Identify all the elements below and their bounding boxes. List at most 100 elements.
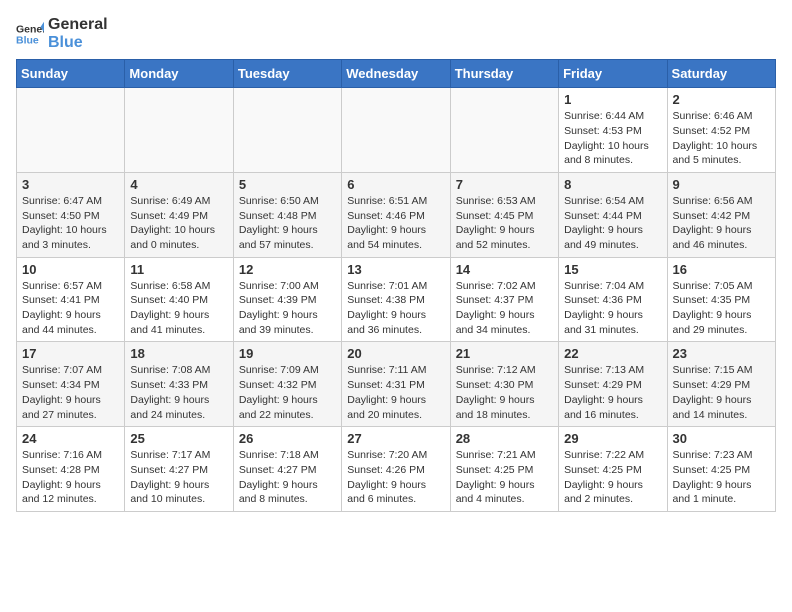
day-number: 2 — [673, 92, 770, 107]
day-info: Sunrise: 7:05 AM Sunset: 4:35 PM Dayligh… — [673, 279, 770, 338]
day-cell: 3Sunrise: 6:47 AM Sunset: 4:50 PM Daylig… — [17, 172, 125, 257]
weekday-header-friday: Friday — [559, 60, 667, 88]
day-info: Sunrise: 7:02 AM Sunset: 4:37 PM Dayligh… — [456, 279, 553, 338]
day-cell: 29 Sunrise: 7:22 AM Sunset: 4:25 PM Dayli… — [559, 427, 667, 512]
day-cell: 15 Sunrise: 7:04 AM Sunset: 4:36 PM Dayli… — [559, 257, 667, 342]
day-number: 30 — [673, 431, 770, 446]
day-info: Sunrise: 7:13 AM Sunset: 4:29 PM Dayligh… — [564, 363, 661, 422]
day-info: Sunrise: 6:50 AM Sunset: 4:48 PM Dayligh… — [239, 194, 336, 253]
logo: General Blue General Blue — [16, 16, 108, 51]
day-cell: 12Sunrise: 7:00 AM Sunset: 4:39 PM Dayli… — [233, 257, 341, 342]
day-number: 14 — [456, 262, 553, 277]
logo-icon: General Blue — [16, 20, 44, 48]
day-cell: 17 Sunrise: 7:07 AM Sunset: 4:34 PM Dayli… — [17, 342, 125, 427]
day-info: Sunrise: 6:56 AM Sunset: 4:42 PM Dayligh… — [673, 194, 770, 253]
day-info: Sunrise: 6:54 AM Sunset: 4:44 PM Dayligh… — [564, 194, 661, 253]
day-number: 17 — [22, 346, 119, 361]
day-number: 10 — [22, 262, 119, 277]
day-info: Sunrise: 7:07 AM Sunset: 4:34 PM Dayligh… — [22, 363, 119, 422]
day-info: Sunrise: 7:16 AM Sunset: 4:28 PM Dayligh… — [22, 448, 119, 507]
day-info: Sunrise: 6:57 AM Sunset: 4:41 PM Dayligh… — [22, 279, 119, 338]
day-cell: 20 Sunrise: 7:11 AM Sunset: 4:31 PM Dayli… — [342, 342, 450, 427]
day-cell — [342, 88, 450, 173]
day-cell: 16 Sunrise: 7:05 AM Sunset: 4:35 PM Dayli… — [667, 257, 775, 342]
week-row-3: 10 Sunrise: 6:57 AM Sunset: 4:41 PM Dayli… — [17, 257, 776, 342]
day-cell: 5 Sunrise: 6:50 AM Sunset: 4:48 PM Daylig… — [233, 172, 341, 257]
day-info: Sunrise: 7:22 AM Sunset: 4:25 PM Dayligh… — [564, 448, 661, 507]
calendar-table: SundayMondayTuesdayWednesdayThursdayFrid… — [16, 59, 776, 512]
day-cell: 23 Sunrise: 7:15 AM Sunset: 4:29 PM Dayli… — [667, 342, 775, 427]
day-number: 1 — [564, 92, 661, 107]
day-info: Sunrise: 6:51 AM Sunset: 4:46 PM Dayligh… — [347, 194, 444, 253]
day-info: Sunrise: 7:09 AM Sunset: 4:32 PM Dayligh… — [239, 363, 336, 422]
day-number: 13 — [347, 262, 444, 277]
day-cell — [450, 88, 558, 173]
day-cell — [17, 88, 125, 173]
weekday-header-monday: Monday — [125, 60, 233, 88]
weekday-header-thursday: Thursday — [450, 60, 558, 88]
day-cell: 24 Sunrise: 7:16 AM Sunset: 4:28 PM Dayli… — [17, 427, 125, 512]
week-row-2: 3Sunrise: 6:47 AM Sunset: 4:50 PM Daylig… — [17, 172, 776, 257]
day-number: 29 — [564, 431, 661, 446]
day-cell: 1 Sunrise: 6:44 AM Sunset: 4:53 PM Daylig… — [559, 88, 667, 173]
day-info: Sunrise: 7:15 AM Sunset: 4:29 PM Dayligh… — [673, 363, 770, 422]
weekday-header-row: SundayMondayTuesdayWednesdayThursdayFrid… — [17, 60, 776, 88]
day-info: Sunrise: 7:18 AM Sunset: 4:27 PM Dayligh… — [239, 448, 336, 507]
day-cell: 19 Sunrise: 7:09 AM Sunset: 4:32 PM Dayli… — [233, 342, 341, 427]
day-number: 11 — [130, 262, 227, 277]
day-number: 9 — [673, 177, 770, 192]
day-cell: 8 Sunrise: 6:54 AM Sunset: 4:44 PM Daylig… — [559, 172, 667, 257]
day-number: 8 — [564, 177, 661, 192]
day-number: 20 — [347, 346, 444, 361]
day-info: Sunrise: 7:23 AM Sunset: 4:25 PM Dayligh… — [673, 448, 770, 507]
page-header: General Blue General Blue — [16, 16, 776, 51]
day-info: Sunrise: 6:47 AM Sunset: 4:50 PM Dayligh… — [22, 194, 119, 253]
day-info: Sunrise: 7:08 AM Sunset: 4:33 PM Dayligh… — [130, 363, 227, 422]
day-info: Sunrise: 7:04 AM Sunset: 4:36 PM Dayligh… — [564, 279, 661, 338]
day-info: Sunrise: 6:49 AM Sunset: 4:49 PM Dayligh… — [130, 194, 227, 253]
day-cell — [233, 88, 341, 173]
day-number: 4 — [130, 177, 227, 192]
weekday-header-sunday: Sunday — [17, 60, 125, 88]
day-info: Sunrise: 7:00 AM Sunset: 4:39 PM Dayligh… — [239, 279, 336, 338]
day-info: Sunrise: 7:17 AM Sunset: 4:27 PM Dayligh… — [130, 448, 227, 507]
day-cell: 2 Sunrise: 6:46 AM Sunset: 4:52 PM Daylig… — [667, 88, 775, 173]
day-cell: 4 Sunrise: 6:49 AM Sunset: 4:49 PM Daylig… — [125, 172, 233, 257]
day-info: Sunrise: 7:21 AM Sunset: 4:25 PM Dayligh… — [456, 448, 553, 507]
day-cell: 7 Sunrise: 6:53 AM Sunset: 4:45 PM Daylig… — [450, 172, 558, 257]
day-cell: 14 Sunrise: 7:02 AM Sunset: 4:37 PM Dayli… — [450, 257, 558, 342]
day-info: Sunrise: 6:53 AM Sunset: 4:45 PM Dayligh… — [456, 194, 553, 253]
day-cell: 28Sunrise: 7:21 AM Sunset: 4:25 PM Dayli… — [450, 427, 558, 512]
day-number: 15 — [564, 262, 661, 277]
day-info: Sunrise: 7:11 AM Sunset: 4:31 PM Dayligh… — [347, 363, 444, 422]
day-number: 23 — [673, 346, 770, 361]
logo-blue: Blue — [48, 34, 108, 52]
day-info: Sunrise: 6:58 AM Sunset: 4:40 PM Dayligh… — [130, 279, 227, 338]
day-number: 18 — [130, 346, 227, 361]
svg-text:Blue: Blue — [16, 34, 39, 46]
day-number: 24 — [22, 431, 119, 446]
day-info: Sunrise: 6:44 AM Sunset: 4:53 PM Dayligh… — [564, 109, 661, 168]
day-info: Sunrise: 6:46 AM Sunset: 4:52 PM Dayligh… — [673, 109, 770, 168]
day-number: 7 — [456, 177, 553, 192]
day-cell: 13Sunrise: 7:01 AM Sunset: 4:38 PM Dayli… — [342, 257, 450, 342]
day-cell: 30 Sunrise: 7:23 AM Sunset: 4:25 PM Dayli… — [667, 427, 775, 512]
week-row-5: 24 Sunrise: 7:16 AM Sunset: 4:28 PM Dayli… — [17, 427, 776, 512]
weekday-header-saturday: Saturday — [667, 60, 775, 88]
logo-general: General — [48, 16, 108, 34]
day-cell: 11 Sunrise: 6:58 AM Sunset: 4:40 PM Dayli… — [125, 257, 233, 342]
day-cell: 21Sunrise: 7:12 AM Sunset: 4:30 PM Dayli… — [450, 342, 558, 427]
day-number: 26 — [239, 431, 336, 446]
day-number: 5 — [239, 177, 336, 192]
day-info: Sunrise: 7:20 AM Sunset: 4:26 PM Dayligh… — [347, 448, 444, 507]
week-row-1: 1 Sunrise: 6:44 AM Sunset: 4:53 PM Daylig… — [17, 88, 776, 173]
day-info: Sunrise: 7:12 AM Sunset: 4:30 PM Dayligh… — [456, 363, 553, 422]
weekday-header-wednesday: Wednesday — [342, 60, 450, 88]
day-cell: 9 Sunrise: 6:56 AM Sunset: 4:42 PM Daylig… — [667, 172, 775, 257]
day-number: 16 — [673, 262, 770, 277]
day-number: 27 — [347, 431, 444, 446]
day-number: 19 — [239, 346, 336, 361]
svg-text:General: General — [16, 23, 44, 35]
day-cell: 25Sunrise: 7:17 AM Sunset: 4:27 PM Dayli… — [125, 427, 233, 512]
day-cell: 18 Sunrise: 7:08 AM Sunset: 4:33 PM Dayli… — [125, 342, 233, 427]
